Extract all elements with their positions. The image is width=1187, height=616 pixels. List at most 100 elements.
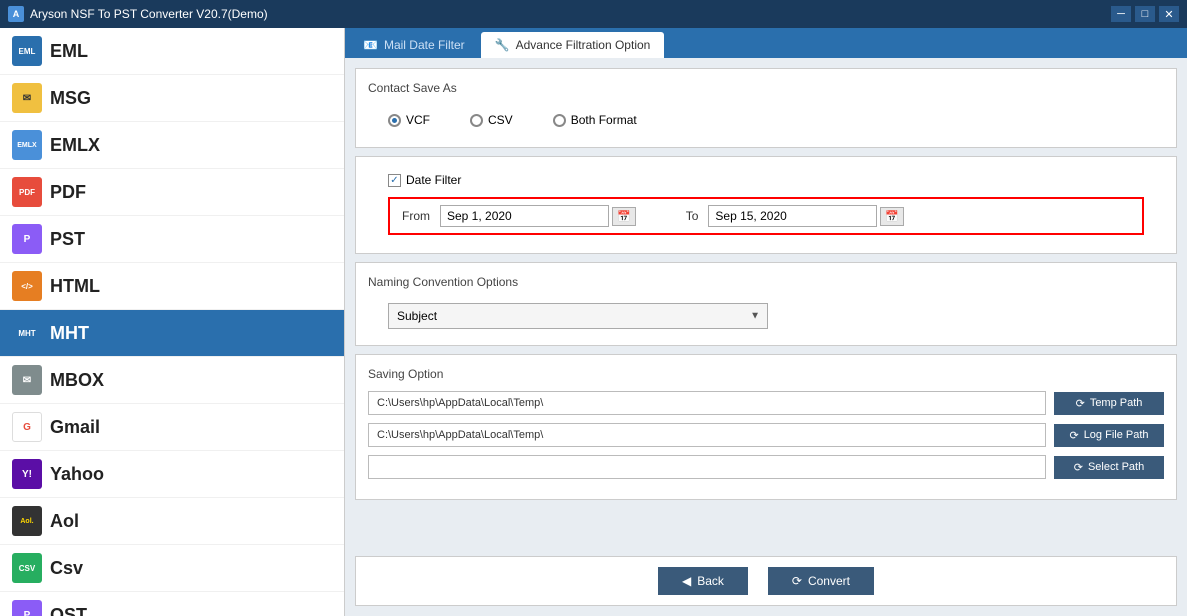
sidebar-item-msg[interactable]: ✉ MSG	[0, 75, 344, 122]
sidebar-icon-gmail: G	[12, 412, 42, 442]
sidebar-item-pdf[interactable]: PDF PDF	[0, 169, 344, 216]
right-content: 📧 Mail Date Filter 🔧 Advance Filtration …	[345, 28, 1187, 616]
from-label: From	[402, 209, 430, 223]
saving-row-3: ⟳ Select Path	[368, 455, 1164, 479]
close-button[interactable]: ✕	[1159, 6, 1179, 22]
maximize-button[interactable]: □	[1135, 6, 1155, 22]
to-label: To	[686, 209, 699, 223]
sidebar-label-gmail: Gmail	[50, 417, 100, 438]
tab-advance[interactable]: 🔧 Advance Filtration Option	[481, 32, 665, 58]
sidebar-item-html[interactable]: </> HTML	[0, 263, 344, 310]
contact-save-options: VCF CSV Both Format	[368, 105, 1164, 135]
naming-row: SubjectDateFromToSubject+Date	[368, 299, 1164, 333]
sidebar-icon-pst: P	[12, 224, 42, 254]
sidebar-item-emlx[interactable]: EMLX EMLX	[0, 122, 344, 169]
title-bar: A Aryson NSF To PST Converter V20.7(Demo…	[0, 0, 1187, 28]
sidebar-label-msg: MSG	[50, 88, 91, 109]
naming-select-wrapper: SubjectDateFromToSubject+Date	[388, 303, 768, 329]
date-filter-checkbox-label[interactable]: ✓ Date Filter	[388, 173, 461, 187]
convert-button[interactable]: ⟳ Convert	[768, 567, 874, 595]
naming-select[interactable]: SubjectDateFromToSubject+Date	[388, 303, 768, 329]
sidebar-item-ost[interactable]: P OST	[0, 592, 344, 616]
app-title: Aryson NSF To PST Converter V20.7(Demo)	[30, 7, 268, 21]
to-date-input[interactable]	[708, 205, 877, 227]
temp-path-input[interactable]	[368, 391, 1046, 415]
contact-save-panel: Contact Save As VCF CSV Both Format	[355, 68, 1177, 148]
sidebar-icon-csv: CSV	[12, 553, 42, 583]
sidebar-item-csv[interactable]: CSV Csv	[0, 545, 344, 592]
sidebar-label-mht: MHT	[50, 323, 89, 344]
app-icon: A	[8, 6, 24, 22]
sidebar-icon-msg: ✉	[12, 83, 42, 113]
sidebar-label-csv: Csv	[50, 558, 83, 579]
both-format-radio[interactable]: Both Format	[553, 113, 637, 127]
sidebar-icon-mbox: ✉	[12, 365, 42, 395]
mail-icon: 📧	[363, 38, 378, 52]
tab-bar: 📧 Mail Date Filter 🔧 Advance Filtration …	[345, 28, 1187, 58]
naming-convention-panel: Naming Convention Options SubjectDateFro…	[355, 262, 1177, 346]
from-date-group: 📅	[440, 205, 636, 227]
sidebar-label-aol: Aol	[50, 511, 79, 532]
sidebar-label-pst: PST	[50, 229, 85, 250]
saving-row-2: ⟳ Log File Path	[368, 423, 1164, 447]
to-calendar-button[interactable]: 📅	[880, 207, 904, 226]
tab-maildate[interactable]: 📧 Mail Date Filter	[349, 32, 479, 58]
content-area: Contact Save As VCF CSV Both Format	[345, 58, 1187, 556]
sidebar-label-html: HTML	[50, 276, 100, 297]
sidebar: EMLEML✉MSGEMLXEMLXPDFPDFPPST</>HTMLMHTMH…	[0, 28, 345, 616]
from-date-input[interactable]	[440, 205, 609, 227]
sidebar-item-mht[interactable]: MHT MHT	[0, 310, 344, 357]
contact-save-title: Contact Save As	[368, 81, 1164, 95]
minimize-button[interactable]: ─	[1111, 6, 1131, 22]
back-button[interactable]: ◀ Back	[658, 567, 748, 595]
sidebar-item-aol[interactable]: Aol. Aol	[0, 498, 344, 545]
sidebar-item-pst[interactable]: P PST	[0, 216, 344, 263]
filter-icon: 🔧	[495, 38, 510, 52]
csv-radio-circle	[470, 114, 483, 127]
saving-row-1: ⟳ Temp Path	[368, 391, 1164, 415]
sidebar-item-yahoo[interactable]: Y! Yahoo	[0, 451, 344, 498]
sidebar-item-eml[interactable]: EML EML	[0, 28, 344, 75]
select-path-button[interactable]: ⟳ Select Path	[1054, 456, 1164, 479]
back-icon: ◀	[682, 574, 691, 588]
temp-path-button[interactable]: ⟳ Temp Path	[1054, 392, 1164, 415]
sidebar-label-ost: OST	[50, 605, 87, 616]
sidebar-icon-emlx: EMLX	[12, 130, 42, 160]
saving-option-title: Saving Option	[368, 367, 1164, 381]
sync-icon-3: ⟳	[1074, 461, 1083, 474]
sidebar-item-mbox[interactable]: ✉ MBOX	[0, 357, 344, 404]
sidebar-label-emlx: EMLX	[50, 135, 100, 156]
sync-icon-1: ⟳	[1076, 397, 1085, 410]
date-filter-checkbox[interactable]: ✓	[388, 174, 401, 187]
sidebar-item-gmail[interactable]: G Gmail	[0, 404, 344, 451]
sidebar-icon-yahoo: Y!	[12, 459, 42, 489]
sidebar-icon-html: </>	[12, 271, 42, 301]
sidebar-icon-aol: Aol.	[12, 506, 42, 536]
convert-icon: ⟳	[792, 574, 802, 588]
sidebar-label-mbox: MBOX	[50, 370, 104, 391]
sidebar-label-eml: EML	[50, 41, 88, 62]
vcf-radio[interactable]: VCF	[388, 113, 430, 127]
log-file-path-button[interactable]: ⟳ Log File Path	[1054, 424, 1164, 447]
sidebar-icon-eml: EML	[12, 36, 42, 66]
both-radio-circle	[553, 114, 566, 127]
date-range-box: From 📅 To 📅	[388, 197, 1144, 235]
sync-icon-2: ⟳	[1069, 429, 1078, 442]
select-path-input[interactable]	[368, 455, 1046, 479]
to-date-group: 📅	[708, 205, 904, 227]
saving-option-panel: Saving Option ⟳ Temp Path ⟳ Log File Pat…	[355, 354, 1177, 500]
sidebar-label-pdf: PDF	[50, 182, 86, 203]
sidebar-label-yahoo: Yahoo	[50, 464, 104, 485]
vcf-radio-circle	[388, 114, 401, 127]
window-controls: ─ □ ✕	[1111, 6, 1179, 22]
naming-convention-title: Naming Convention Options	[368, 275, 1164, 289]
sidebar-icon-mht: MHT	[12, 318, 42, 348]
log-path-input[interactable]	[368, 423, 1046, 447]
from-calendar-button[interactable]: 📅	[612, 207, 636, 226]
bottom-bar: ◀ Back ⟳ Convert	[355, 556, 1177, 606]
date-filter-header: ✓ Date Filter	[368, 169, 1164, 191]
sidebar-icon-ost: P	[12, 600, 42, 616]
csv-radio[interactable]: CSV	[470, 113, 513, 127]
sidebar-icon-pdf: PDF	[12, 177, 42, 207]
date-filter-panel: ✓ Date Filter From 📅 To 📅	[355, 156, 1177, 254]
